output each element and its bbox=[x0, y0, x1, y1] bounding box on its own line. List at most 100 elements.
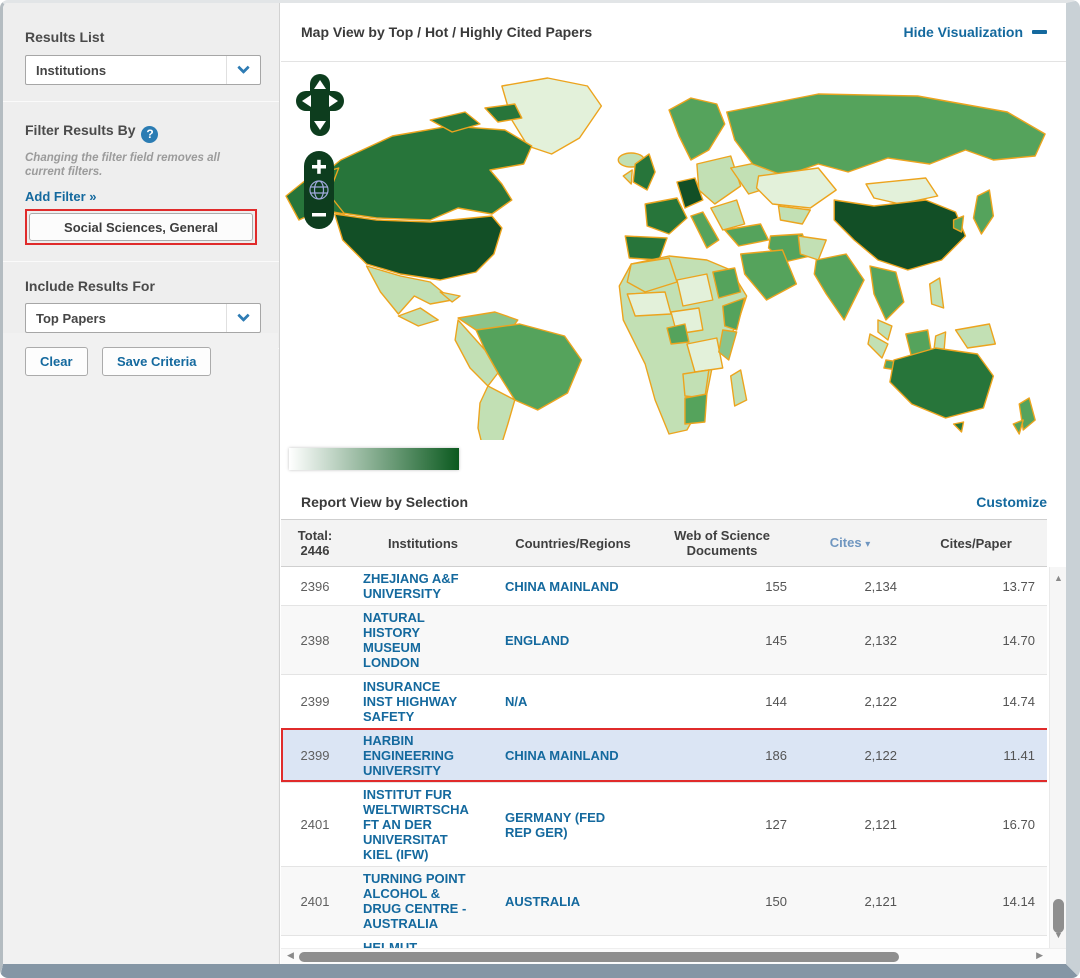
active-filter-button[interactable]: Social Sciences, General bbox=[29, 213, 253, 241]
pan-control[interactable] bbox=[295, 74, 345, 138]
cites-per-paper-cell: 11.41 bbox=[1003, 748, 1035, 763]
map-region[interactable] bbox=[726, 93, 1046, 177]
help-icon[interactable]: ? bbox=[141, 126, 159, 143]
cites-per-paper-cell: 14.70 bbox=[1002, 632, 1035, 648]
horizontal-scrollbar-thumb[interactable] bbox=[299, 952, 899, 962]
country-cell: CHINA MAINLAND bbox=[505, 748, 619, 763]
map-region[interactable] bbox=[777, 205, 812, 225]
vertical-scrollbar[interactable]: ▲ ▼ bbox=[1049, 567, 1066, 948]
scroll-down-icon[interactable]: ▼ bbox=[1050, 930, 1066, 940]
results-list-select[interactable]: Institutions bbox=[25, 55, 261, 85]
map-region[interactable] bbox=[334, 213, 503, 281]
rank-cell: 2399 bbox=[300, 748, 330, 763]
horizontal-scrollbar[interactable]: ◀ ▶ bbox=[281, 948, 1066, 964]
map-region[interactable] bbox=[484, 103, 523, 123]
results-list-heading: Results List bbox=[25, 29, 105, 45]
map-region[interactable] bbox=[972, 189, 995, 235]
map-region[interactable] bbox=[730, 369, 748, 407]
institution-link[interactable]: INSURANCE INST HIGHWAY SAFETY bbox=[349, 675, 497, 728]
table-row[interactable]: HELMUT bbox=[281, 935, 1047, 948]
map-panel-title: Map View by Top / Hot / Highly Cited Pap… bbox=[301, 24, 593, 40]
add-filter-link[interactable]: Add Filter » bbox=[25, 189, 97, 204]
map-region[interactable] bbox=[710, 199, 746, 231]
filter-results-label: Filter Results By bbox=[25, 122, 136, 138]
map-region[interactable] bbox=[622, 169, 633, 185]
vertical-scrollbar-thumb[interactable] bbox=[1053, 899, 1064, 933]
rank-cell: 2396 bbox=[300, 578, 330, 594]
map-region[interactable] bbox=[477, 385, 516, 440]
table-row[interactable]: 2399 HARBIN ENGINEERING UNIVERSITY CHINA M… bbox=[281, 728, 1047, 782]
map-region[interactable] bbox=[696, 155, 742, 205]
wos-documents-cell: 150 bbox=[765, 893, 787, 909]
map-region[interactable] bbox=[954, 323, 997, 349]
sort-desc-icon: ▾ bbox=[865, 538, 871, 550]
zoom-control[interactable] bbox=[302, 151, 336, 231]
map-region[interactable] bbox=[644, 197, 688, 235]
zoom-out-icon bbox=[312, 213, 326, 217]
map-view bbox=[281, 62, 1067, 485]
map-region[interactable] bbox=[397, 307, 439, 327]
cites-cell: 2,134 bbox=[864, 578, 897, 594]
map-region[interactable] bbox=[690, 211, 720, 249]
map-region[interactable] bbox=[833, 199, 967, 271]
table-row[interactable]: 2401 INSTITUT FUR WELTWIRTSCHAFT AN DER U… bbox=[281, 782, 1047, 866]
table-row[interactable]: 2396 ZHEJIANG A&F UNIVERSITY CHINA MAINLAN… bbox=[281, 567, 1047, 605]
institution-link[interactable]: HELMUT bbox=[349, 936, 497, 948]
institution-link[interactable]: INSTITUT FUR WELTWIRTSCHAFT AN DER UNIVE… bbox=[349, 783, 497, 866]
results-list-selected-value: Institutions bbox=[36, 62, 107, 78]
institutions-column-header[interactable]: Institutions bbox=[349, 536, 497, 551]
institution-link[interactable]: HARBIN ENGINEERING UNIVERSITY bbox=[349, 729, 497, 782]
map-region[interactable] bbox=[718, 329, 738, 361]
report-panel-header: Report View by Selection Customize bbox=[281, 485, 1066, 519]
cites-cell: 2,132 bbox=[864, 632, 897, 648]
table-row[interactable]: 2401 TURNING POINT ALCOHOL & DRUG CENTRE … bbox=[281, 866, 1047, 935]
cites-per-paper-cell: 16.70 bbox=[1002, 817, 1035, 832]
total-header-cell: Total: 2446 bbox=[281, 528, 349, 558]
cites-column-header[interactable]: Cites ▾ bbox=[795, 535, 905, 552]
scroll-left-icon[interactable]: ◀ bbox=[287, 950, 294, 961]
map-region[interactable] bbox=[666, 323, 690, 345]
map-region[interactable] bbox=[889, 347, 995, 419]
save-criteria-button[interactable]: Save Criteria bbox=[101, 347, 212, 376]
map-region[interactable] bbox=[624, 235, 668, 261]
clear-button[interactable]: Clear bbox=[25, 347, 88, 376]
include-results-select[interactable]: Top Papers bbox=[25, 303, 261, 333]
countries-column-header[interactable]: Countries/Regions bbox=[497, 536, 649, 551]
customize-link[interactable]: Customize bbox=[976, 494, 1047, 510]
hide-visualization-link[interactable]: Hide Visualization bbox=[903, 24, 1047, 40]
scroll-right-icon[interactable]: ▶ bbox=[1036, 950, 1043, 961]
map-region[interactable] bbox=[755, 167, 837, 209]
institution-link[interactable]: NATURAL HISTORY MUSEUM LONDON bbox=[349, 606, 497, 674]
rank-cell: 2399 bbox=[300, 694, 330, 709]
map-region[interactable] bbox=[952, 421, 965, 433]
chevron-down-icon bbox=[226, 56, 260, 84]
institution-link[interactable]: ZHEJIANG A&F UNIVERSITY bbox=[349, 567, 497, 605]
active-filter-highlight-box: Social Sciences, General bbox=[25, 209, 257, 245]
wos-documents-cell: 144 bbox=[765, 694, 787, 709]
include-results-heading: Include Results For bbox=[25, 278, 155, 294]
map-region[interactable] bbox=[1012, 419, 1024, 435]
scroll-up-icon[interactable]: ▲ bbox=[1050, 573, 1066, 583]
table-row[interactable]: 2398 NATURAL HISTORY MUSEUM LONDON ENGLAND… bbox=[281, 605, 1047, 674]
filter-results-heading: Filter Results By? bbox=[25, 122, 261, 143]
table-header: Total: 2446 Institutions Countries/Regio… bbox=[281, 519, 1047, 567]
map-region[interactable] bbox=[813, 253, 865, 321]
map-region[interactable] bbox=[684, 393, 708, 425]
cites-cell: 2,121 bbox=[864, 817, 897, 832]
map-region[interactable] bbox=[877, 319, 893, 341]
map-region[interactable] bbox=[676, 273, 714, 307]
map-region[interactable] bbox=[626, 291, 672, 317]
institution-link[interactable]: TURNING POINT ALCOHOL & DRUG CENTRE - AU… bbox=[349, 867, 497, 935]
cites-per-paper-column-header[interactable]: Cites/Paper bbox=[905, 536, 1047, 551]
hide-visualization-label: Hide Visualization bbox=[903, 24, 1023, 40]
wos-documents-column-header[interactable]: Web of Science Documents bbox=[649, 528, 795, 558]
map-region[interactable] bbox=[869, 265, 905, 321]
world-map[interactable] bbox=[281, 68, 1067, 440]
map-region[interactable] bbox=[668, 97, 726, 161]
rank-cell: 2401 bbox=[300, 893, 330, 909]
table-row[interactable]: 2399 INSURANCE INST HIGHWAY SAFETY N/A 144 2… bbox=[281, 674, 1047, 728]
rank-cell: 2401 bbox=[300, 817, 330, 832]
country-cell: GERMANY (FED REP GER) bbox=[505, 809, 606, 840]
map-region[interactable] bbox=[929, 277, 945, 309]
filter-note: Changing the filter field removes all cu… bbox=[25, 152, 220, 178]
